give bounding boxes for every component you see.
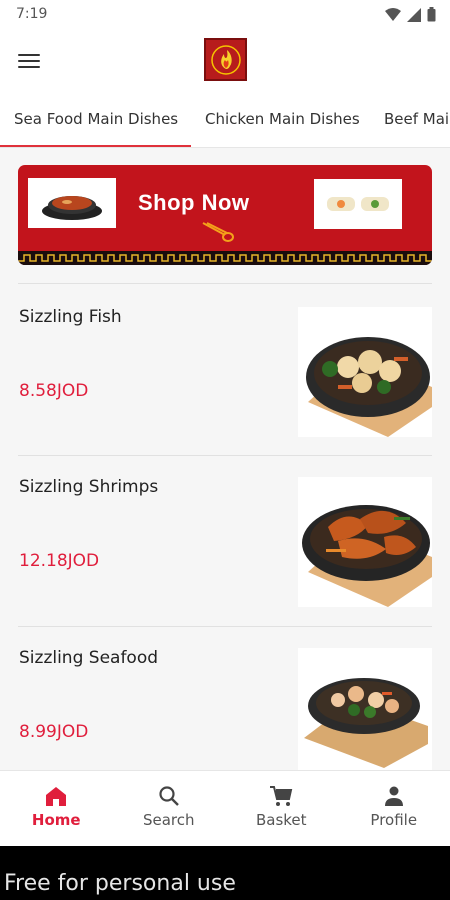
menu-button[interactable] (12, 44, 46, 78)
signal-icon (407, 7, 421, 22)
dish-name: Sizzling Fish (19, 307, 122, 327)
sushi-roll-image (314, 179, 402, 229)
dish-price: 8.58JOD (19, 381, 89, 401)
tab-beef-main-dishes[interactable]: Beef Mai (384, 92, 449, 147)
spoon-chopsticks-icon (202, 222, 234, 242)
menu-icon-line (18, 60, 40, 62)
category-tabs: Sea Food Main Dishes Chicken Main Dishes… (0, 92, 450, 148)
nav-profile[interactable]: Profile (338, 771, 450, 846)
sizzling-fish-image (298, 307, 432, 437)
list-item[interactable]: Sizzling Shrimps 12.18JOD (0, 455, 450, 625)
banner-title: Shop Now (138, 190, 250, 215)
status-time: 7:19 (16, 6, 48, 22)
nav-profile-label: Profile (370, 811, 418, 829)
nav-home[interactable]: Home (0, 771, 113, 846)
watermark-text: Free for personal use (4, 871, 236, 896)
sizzling-seafood-image (298, 648, 432, 778)
menu-icon-line (18, 66, 40, 68)
sizzling-shrimps-image (298, 477, 432, 607)
soup-bowl-image (28, 178, 116, 228)
dish-name: Sizzling Seafood (19, 648, 159, 668)
active-tab-indicator (0, 145, 191, 147)
nav-home-label: Home (31, 811, 81, 829)
home-icon (46, 787, 67, 806)
menu-icon-line (18, 54, 40, 56)
app-bar (0, 30, 450, 92)
dish-name: Sizzling Shrimps (19, 477, 159, 497)
wifi-icon (385, 7, 401, 21)
status-bar: 7:19 (0, 0, 450, 30)
battery-icon (427, 7, 436, 22)
app-logo (204, 38, 247, 81)
nav-basket[interactable]: Basket (225, 771, 338, 846)
tab-sea-food-main-dishes[interactable]: Sea Food Main Dishes (14, 92, 178, 147)
tab-chicken-main-dishes[interactable]: Chicken Main Dishes (205, 92, 360, 147)
status-icons (385, 7, 436, 22)
watermark-footer: Free for personal use (0, 846, 450, 900)
shop-now-banner[interactable]: Shop Now (18, 165, 432, 265)
list-item[interactable]: Sizzling Fish 8.58JOD (0, 285, 450, 455)
bottom-nav: Home Search Basket Profile (0, 770, 450, 846)
person-icon (384, 786, 403, 806)
nav-search[interactable]: Search (113, 771, 226, 846)
dish-price: 12.18JOD (19, 551, 100, 571)
divider (18, 283, 432, 284)
dish-price: 8.99JOD (19, 722, 89, 742)
nav-basket-label: Basket (255, 811, 307, 829)
cart-icon (270, 786, 293, 806)
flame-logo-icon (210, 44, 241, 75)
search-icon (159, 786, 179, 806)
banner-pattern-border (18, 251, 432, 265)
nav-search-label: Search (142, 811, 195, 829)
